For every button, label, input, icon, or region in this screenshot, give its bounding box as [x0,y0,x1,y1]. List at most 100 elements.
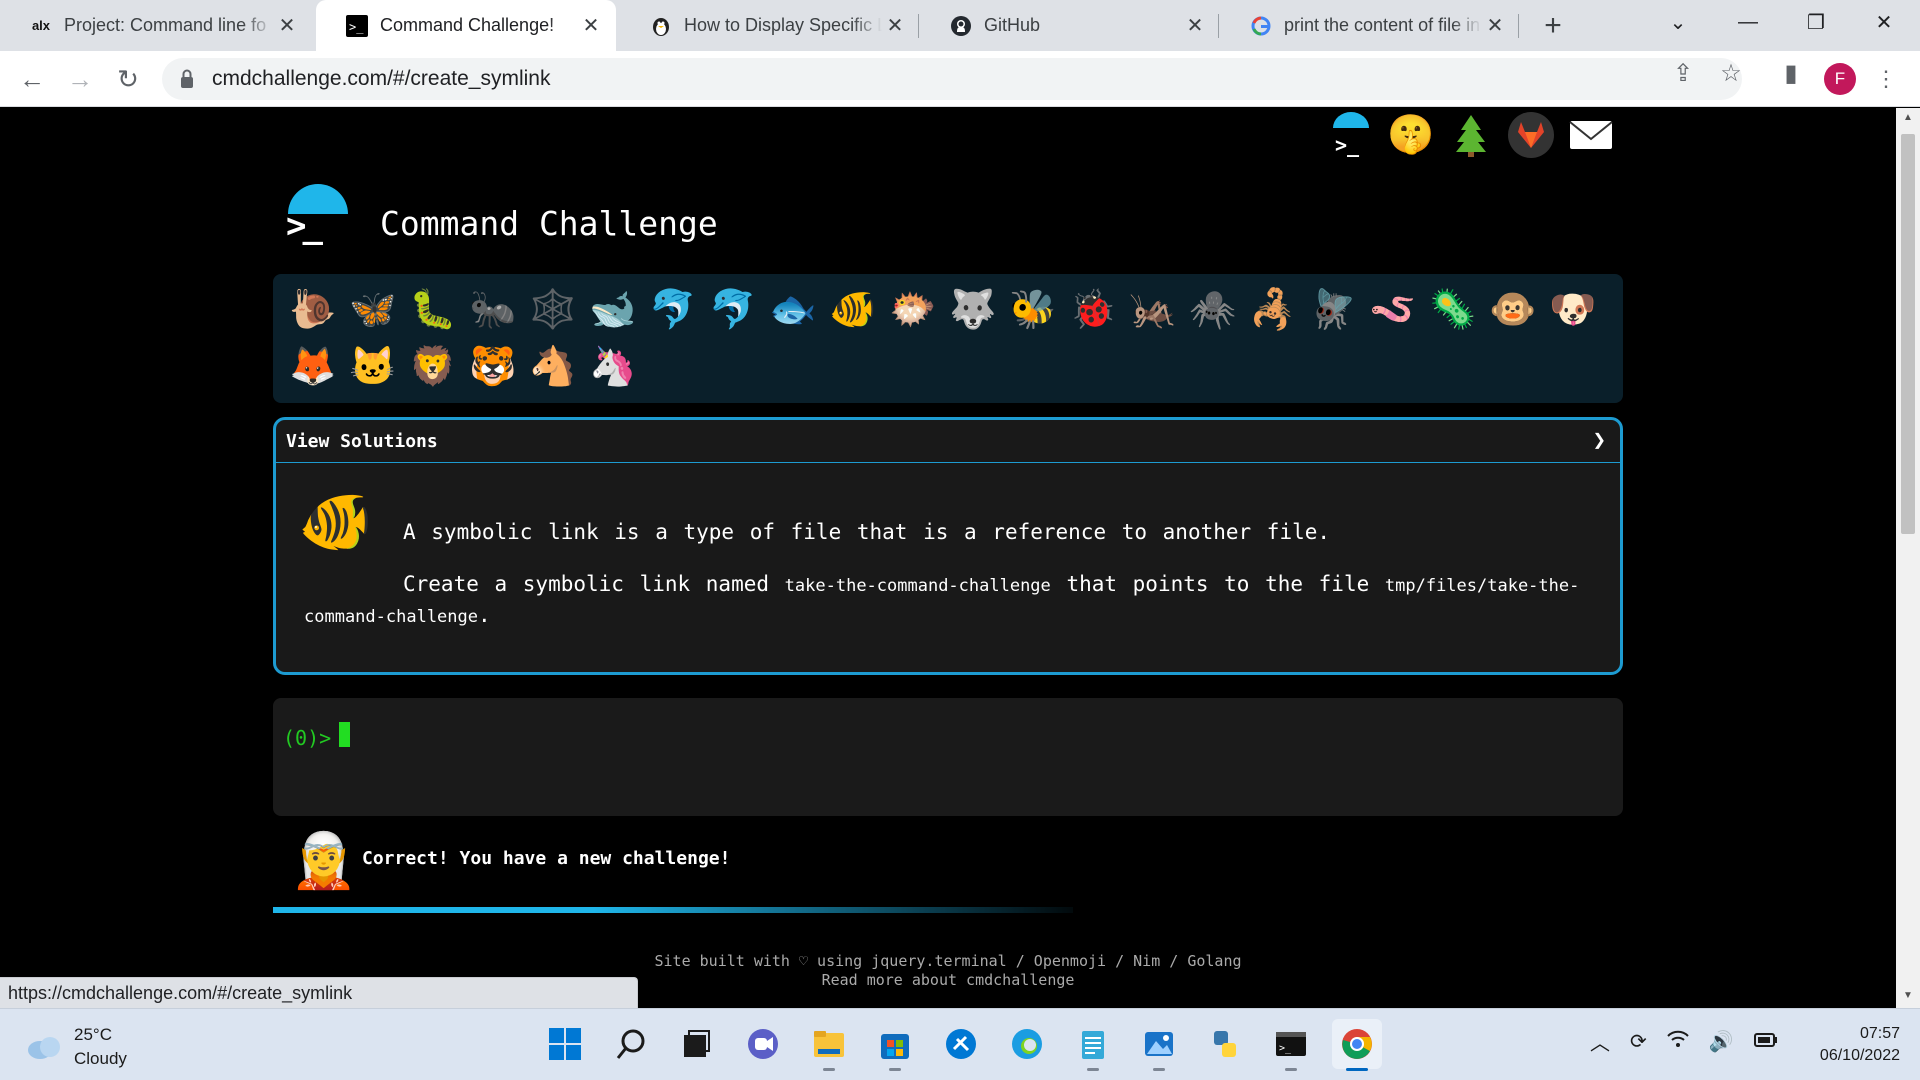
photos-icon[interactable] [1134,1019,1184,1071]
terminal-icon: >_ [346,14,368,37]
profile-avatar[interactable]: F [1824,63,1856,95]
url-text[interactable]: cmdchallenge.com/#/create_symlink [212,58,550,100]
challenge-animal-icon[interactable]: 🐬 [703,282,763,338]
chrome-icon[interactable] [1332,1019,1382,1071]
challenge-animal-icon[interactable]: 🐺 [943,282,1003,338]
teams-chat-icon[interactable] [738,1019,788,1069]
tab-search-chevron-icon[interactable]: ⌄ [1644,0,1712,44]
vscode-icon[interactable] [936,1019,986,1069]
challenge-animal-icon[interactable]: 🦠 [1423,282,1483,338]
challenge-animal-icon[interactable]: 🦁 [403,339,463,395]
challenge-animal-icon[interactable]: 🐶 [1543,282,1603,338]
close-tab-icon[interactable]: ✕ [274,13,300,39]
challenge-animal-icon[interactable]: 🦄 [583,339,643,395]
menu-kebab-icon[interactable]: ⋮ [1874,63,1898,95]
new-tab-button[interactable]: + [1536,9,1570,43]
challenge-animal-icon[interactable]: 🐴 [523,339,583,395]
tab-alx-project[interactable]: alx Project: Command line fo ✕ [0,0,312,51]
reload-icon[interactable]: ↻ [110,61,146,97]
scroll-up-arrow-icon[interactable]: ▲ [1902,112,1914,126]
page-scrollbar[interactable]: ▲ ▼ [1896,108,1920,1008]
challenge-animal-icon[interactable]: 🐛 [403,282,463,338]
top-icon-bar: >_ 🤫 [1328,112,1614,158]
tree-icon[interactable] [1448,112,1494,158]
challenge-animal-icon[interactable]: 🐞 [1063,282,1123,338]
challenge-animal-icon[interactable]: 🐝 [1003,282,1063,338]
python-icon[interactable] [1200,1019,1250,1069]
side-panel-icon[interactable]: ▮ [1778,60,1804,87]
terminal-logo-icon[interactable]: >_ [1328,112,1374,158]
scroll-thumb[interactable] [1901,134,1915,534]
close-window-button[interactable]: ✕ [1850,0,1918,44]
challenge-animal-icon[interactable]: 🐱 [343,339,403,395]
search-icon[interactable] [606,1019,656,1069]
tab-google-search[interactable]: print the content of file in ✕ [1220,0,1520,51]
github-icon [950,15,972,37]
gitlab-icon[interactable] [1508,112,1554,158]
view-solutions-toggle[interactable]: View Solutions ❯ [276,420,1620,463]
file-explorer-icon[interactable] [804,1019,854,1071]
challenge-animal-icon[interactable]: 🕸️ [523,282,583,338]
forward-arrow-icon[interactable]: → [62,61,98,97]
show-hidden-icons-chevron-icon[interactable]: ︿ [1590,1027,1610,1056]
task-create-text: Create a symbolic link named [403,572,770,596]
challenge-animal-icon[interactable]: 🦋 [343,282,403,338]
weather-widget[interactable]: 25°C Cloudy [26,1023,127,1071]
challenge-animal-icon[interactable]: 🐵 [1483,282,1543,338]
terminal[interactable]: (0)> [273,698,1623,816]
challenge-animal-icon[interactable]: 🐯 [463,339,523,395]
weather-temperature: 25°C [74,1025,112,1044]
clock-date: 06/10/2022 [1819,1047,1900,1064]
challenge-animal-icon[interactable]: 🪰 [1303,282,1363,338]
bookmark-star-icon[interactable]: ☆ [1718,60,1744,87]
tab-separator [1518,14,1519,38]
challenge-animal-icon[interactable]: 🦂 [1243,282,1303,338]
tab-display-specific-lines[interactable]: How to Display Specific Li ✕ [620,0,920,51]
minimize-button[interactable]: — [1714,0,1782,44]
restore-button[interactable]: ❐ [1782,0,1850,44]
tab-command-challenge[interactable]: >_ Command Challenge! ✕ [316,0,616,51]
mail-icon[interactable] [1568,112,1614,158]
challenge-animal-icon[interactable]: 🐟 [763,282,823,338]
challenge-animal-icon[interactable]: 🕷️ [1183,282,1243,338]
close-tab-icon[interactable]: ✕ [578,13,604,39]
challenge-animal-icon[interactable]: 🐋 [583,282,643,338]
linux-penguin-icon [650,15,672,37]
sync-icon[interactable]: ⟳ [1630,1029,1647,1054]
running-indicator [823,1068,835,1071]
terminal-app-icon[interactable]: >_ [1266,1019,1316,1071]
volume-icon[interactable]: 🔊 [1709,1029,1734,1054]
shushing-face-icon[interactable]: 🤫 [1387,112,1434,158]
svg-text:>_: >_ [1279,1043,1292,1054]
wifi-icon[interactable] [1667,1030,1689,1054]
challenge-animal-icon[interactable]: 🐌 [283,282,343,338]
battery-icon[interactable] [1753,1030,1778,1053]
microsoft-store-icon[interactable] [870,1019,920,1071]
alx-logo-icon: alx [31,18,51,33]
challenge-animal-grid: 🐌 🦋 🐛 🐜 🕸️ 🐋 🐬 🐬 🐟 🐠 🐡 🐺 🐝 🐞 🦗 🕷️ 🦂 🪰 🪱 🦠 🐵 🐶 🦊 🐱 🦁 🐯 🐴 🦄 [273,274,1623,403]
scroll-down-arrow-icon[interactable]: ▼ [1902,990,1914,1004]
challenge-animal-icon[interactable]: 🐠 [823,282,883,338]
taskbar-clock[interactable]: 07:57 06/10/2022 [1800,1023,1900,1067]
challenge-animal-icon[interactable]: 🐡 [883,282,943,338]
edge-icon[interactable] [1002,1019,1052,1069]
close-tab-icon[interactable]: ✕ [882,13,908,39]
start-windows-icon[interactable] [540,1019,590,1069]
challenge-animal-icon[interactable]: 🦊 [283,339,343,395]
challenge-animal-icon[interactable]: 🐬 [643,282,703,338]
challenge-animal-icon[interactable]: 🪱 [1363,282,1423,338]
address-bar[interactable]: cmdchallenge.com/#/create_symlink [162,58,1742,100]
task-view-icon[interactable] [672,1019,722,1069]
link-name-code: take-the-command-challenge [784,576,1051,596]
back-arrow-icon[interactable]: ← [14,61,50,97]
challenge-animal-icon[interactable]: 🦗 [1123,282,1183,338]
footer-credits[interactable]: Site built with ♡ using jquery.terminal … [0,952,1896,970]
close-tab-icon[interactable]: ✕ [1182,13,1208,39]
close-tab-icon[interactable]: ✕ [1482,13,1508,39]
challenge-animal-icon[interactable]: 🐜 [463,282,523,338]
site-logo: >_ [286,184,348,246]
taskbar-apps: >_ [540,1019,1382,1071]
notepad-icon[interactable] [1068,1019,1118,1071]
share-icon[interactable]: ⇪ [1670,60,1696,87]
tab-github[interactable]: GitHub ✕ [920,0,1220,51]
